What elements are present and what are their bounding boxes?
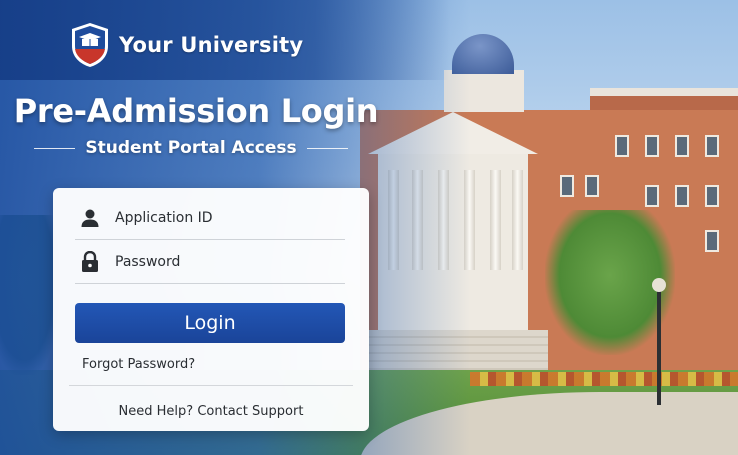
- password-field: [75, 240, 345, 284]
- window: [645, 185, 659, 207]
- divider-left: [34, 147, 76, 149]
- page-subtitle: Student Portal Access: [85, 138, 297, 158]
- password-input[interactable]: [115, 253, 335, 270]
- window: [705, 185, 719, 207]
- window: [560, 175, 574, 197]
- divider-right: [306, 147, 349, 149]
- forgot-password-link[interactable]: Forgot Password?: [82, 357, 195, 372]
- application-id-input[interactable]: [115, 209, 335, 226]
- window: [615, 135, 629, 157]
- university-name: Your University: [119, 33, 304, 57]
- lock-icon: [79, 250, 101, 273]
- lamp-head: [652, 278, 666, 292]
- application-id-field: [75, 196, 345, 240]
- login-card: Login Forgot Password? Need Help? Contac…: [53, 188, 369, 431]
- user-icon: [79, 207, 101, 229]
- university-shield-book-icon: [72, 23, 108, 67]
- login-button[interactable]: Login: [75, 303, 345, 343]
- window: [675, 185, 689, 207]
- column: [490, 170, 501, 270]
- brand: Your University: [70, 22, 303, 68]
- page-title: Pre-Admission Login: [13, 92, 379, 130]
- subtitle-row: Student Portal Access: [34, 138, 349, 158]
- window: [705, 135, 719, 157]
- card-divider: [69, 385, 353, 386]
- lamp-post: [657, 285, 661, 405]
- window: [585, 175, 599, 197]
- contact-support-link[interactable]: Need Help? Contact Support: [53, 404, 369, 419]
- window: [705, 230, 719, 252]
- column: [512, 170, 523, 270]
- window: [675, 135, 689, 157]
- flower-bed: [470, 372, 738, 386]
- window: [645, 135, 659, 157]
